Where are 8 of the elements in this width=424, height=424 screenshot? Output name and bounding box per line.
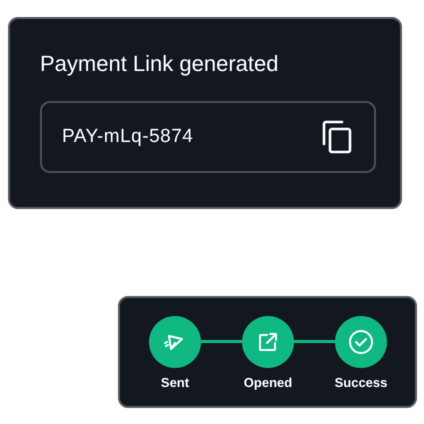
- step-label: Success: [334, 374, 388, 392]
- step-label: Opened: [242, 374, 294, 392]
- card-title: Payment Link generated: [40, 50, 280, 78]
- link-value: PAY-mLq-5874: [62, 124, 194, 149]
- check-circle-icon: [346, 328, 376, 356]
- link-field[interactable]: PAY-mLq-5874: [40, 101, 376, 173]
- copy-icon[interactable]: [322, 120, 352, 154]
- step-label: Sent: [160, 374, 190, 392]
